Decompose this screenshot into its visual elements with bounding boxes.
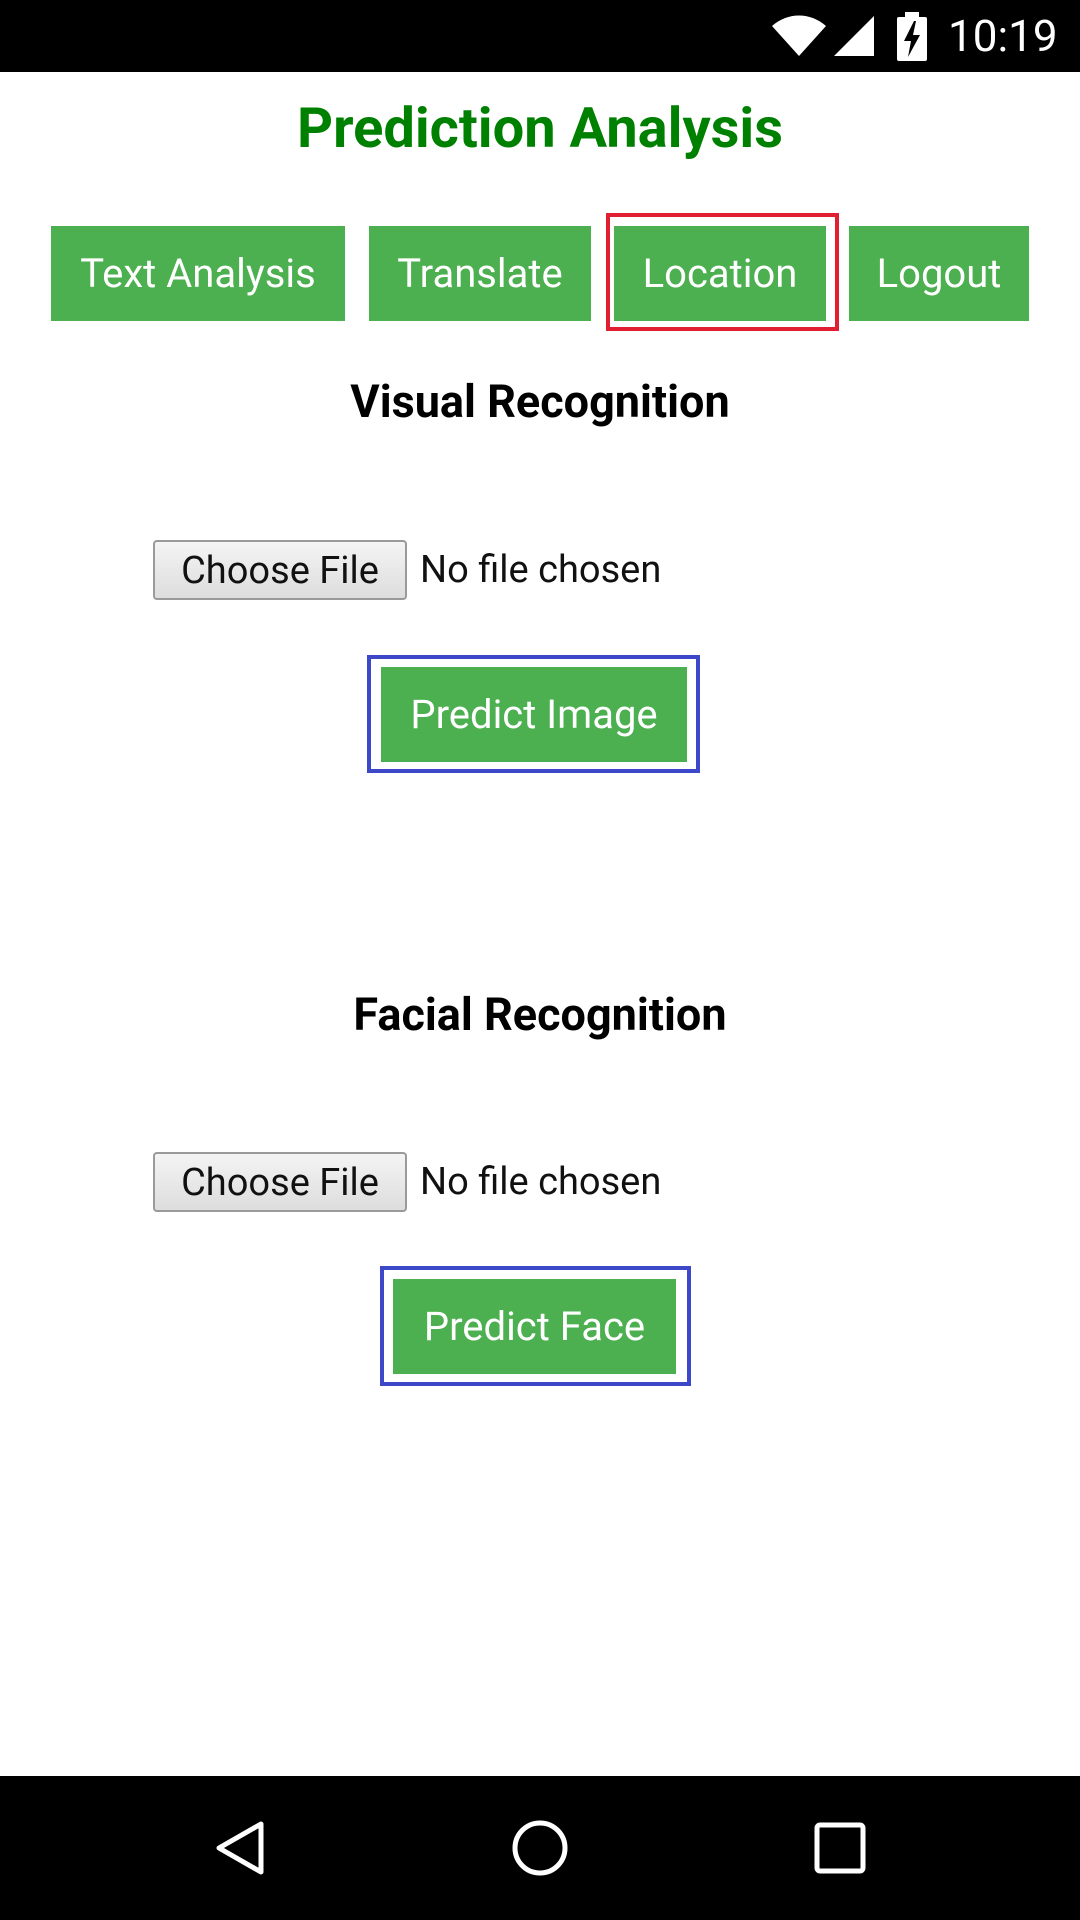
location-button[interactable]: Location <box>614 226 826 321</box>
logout-button[interactable]: Logout <box>849 226 1029 321</box>
text-analysis-button[interactable]: Text Analysis <box>51 226 345 321</box>
predict-face-button[interactable]: Predict Face <box>393 1279 676 1374</box>
battery-charging-icon <box>897 12 927 61</box>
recents-icon[interactable] <box>810 1818 870 1878</box>
status-bar: 10:19 <box>0 0 1080 72</box>
wifi-icon <box>772 15 826 56</box>
visual-recognition-heading: Visual Recognition <box>350 375 730 428</box>
visual-choose-file-button[interactable]: Choose File <box>153 540 407 600</box>
signal-icon <box>834 16 874 56</box>
translate-button[interactable]: Translate <box>369 226 591 321</box>
system-nav-bar <box>0 1776 1080 1920</box>
page-title: Prediction Analysis <box>297 95 783 161</box>
status-time: 10:19 <box>948 10 1058 62</box>
predict-image-button[interactable]: Predict Image <box>381 667 687 762</box>
home-icon[interactable] <box>510 1818 570 1878</box>
facial-choose-file-button[interactable]: Choose File <box>153 1152 407 1212</box>
facial-recognition-heading: Facial Recognition <box>353 988 727 1041</box>
visual-file-status: No file chosen <box>420 548 662 592</box>
facial-file-status: No file chosen <box>420 1160 662 1204</box>
back-icon[interactable] <box>211 1818 271 1878</box>
